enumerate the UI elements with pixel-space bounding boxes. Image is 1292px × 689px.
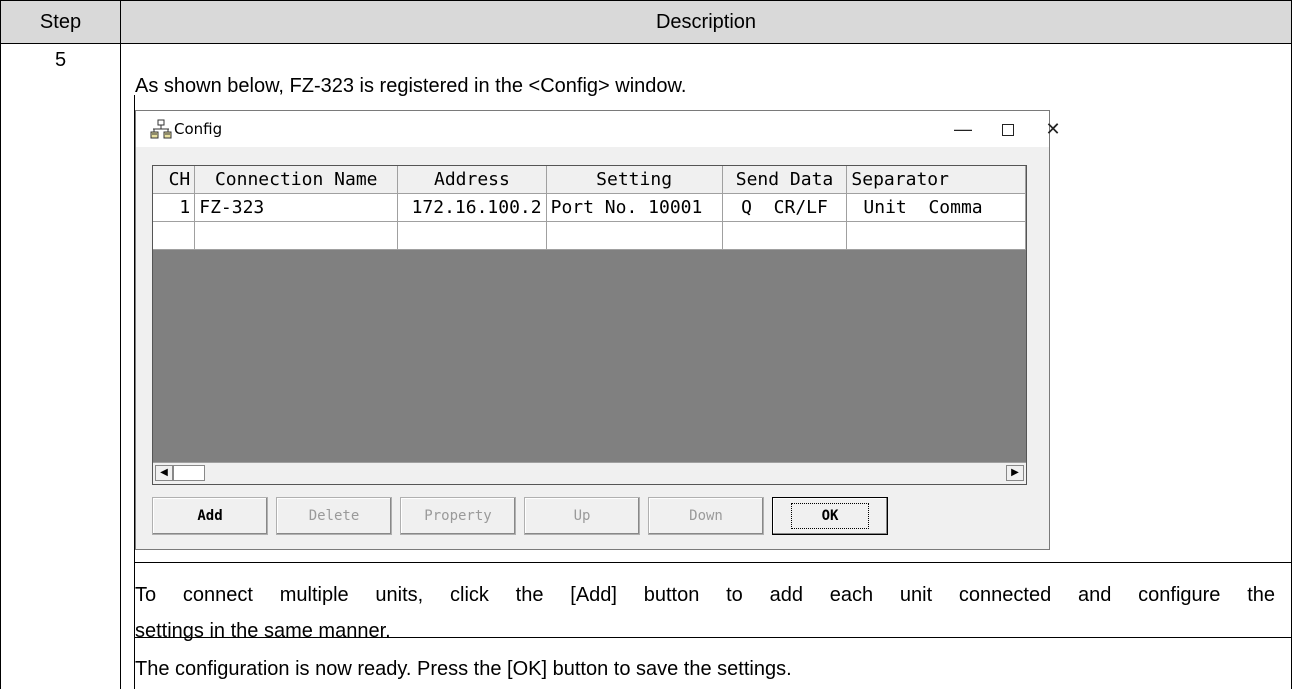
note-line-1: To connect multiple units, click the [Ad… xyxy=(135,584,1275,606)
config-window: Config — ✕ CH Connection Name Address Se… xyxy=(135,110,1061,550)
table-column-divider xyxy=(120,44,121,689)
cell-separator[interactable] xyxy=(846,221,1026,250)
grid-header-row: CH Connection Name Address Setting Send … xyxy=(153,166,1026,194)
connection-grid[interactable]: CH Connection Name Address Setting Send … xyxy=(152,165,1027,485)
delete-button[interactable]: Delete xyxy=(276,497,392,535)
table-row[interactable]: 1 FZ-323 172.16.100.2 Port No. 10001 Q C… xyxy=(153,193,1026,222)
maximize-button[interactable] xyxy=(993,117,1023,141)
cell-ch: 1 xyxy=(153,193,196,222)
cell-address[interactable]: 172.16.100.2 xyxy=(397,193,547,222)
cell-send-data[interactable] xyxy=(722,221,848,250)
title-bar: Config — ✕ xyxy=(136,111,1061,147)
description-column-header: Description xyxy=(120,0,1292,44)
arrow-right-icon: ▶ xyxy=(1011,467,1019,478)
scroll-left-button[interactable]: ◀ xyxy=(155,465,173,481)
col-header-separator[interactable]: Separator xyxy=(846,166,1026,194)
cell-connection-name[interactable] xyxy=(194,221,399,250)
cell-separator[interactable]: Unit Comma xyxy=(846,193,1026,222)
table-row-empty[interactable] xyxy=(153,221,1026,250)
network-config-icon xyxy=(150,119,172,139)
cell-address[interactable] xyxy=(397,221,547,250)
down-button[interactable]: Down xyxy=(648,497,764,535)
closing-text: The configuration is now ready. Press th… xyxy=(135,658,792,680)
cell-setting[interactable]: Port No. 10001 xyxy=(546,193,723,222)
col-header-ch[interactable]: CH xyxy=(153,166,196,194)
property-button[interactable]: Property xyxy=(400,497,516,535)
col-header-send-data[interactable]: Send Data xyxy=(722,166,848,194)
horizontal-scrollbar[interactable]: ◀ ▶ xyxy=(153,462,1026,484)
col-header-connection-name[interactable]: Connection Name xyxy=(194,166,399,194)
table-border-left xyxy=(0,44,1,689)
minimize-button[interactable]: — xyxy=(948,117,978,141)
up-button[interactable]: Up xyxy=(524,497,640,535)
document-table: Step Description 5 As shown below, FZ-32… xyxy=(0,0,1292,689)
arrow-left-icon: ◀ xyxy=(160,467,168,478)
cell-send-data[interactable]: Q CR/LF xyxy=(722,193,848,222)
close-button[interactable]: ✕ xyxy=(1038,117,1068,141)
col-header-setting[interactable]: Setting xyxy=(546,166,723,194)
note-text: To connect multiple units, click the [Ad… xyxy=(135,577,1275,649)
cell-setting[interactable] xyxy=(546,221,723,250)
scrollbar-thumb[interactable] xyxy=(173,465,205,481)
col-header-address[interactable]: Address xyxy=(397,166,547,194)
step-column-header: Step xyxy=(0,0,121,44)
cell-ch xyxy=(153,221,196,250)
note-line-2: settings in the same manner. xyxy=(135,620,391,642)
ok-button[interactable]: OK xyxy=(772,497,888,535)
step-number: 5 xyxy=(54,49,67,71)
window-title: Config xyxy=(174,120,223,138)
add-button[interactable]: Add xyxy=(152,497,268,535)
connection-table: CH Connection Name Address Setting Send … xyxy=(153,166,1026,250)
row-divider xyxy=(134,562,1292,563)
cell-connection-name[interactable]: FZ-323 xyxy=(194,193,399,222)
ok-button-label: OK xyxy=(790,503,870,529)
maximize-icon xyxy=(1002,124,1014,137)
scroll-right-button[interactable]: ▶ xyxy=(1006,465,1024,481)
intro-text: As shown below, FZ-323 is registered in … xyxy=(135,75,687,97)
